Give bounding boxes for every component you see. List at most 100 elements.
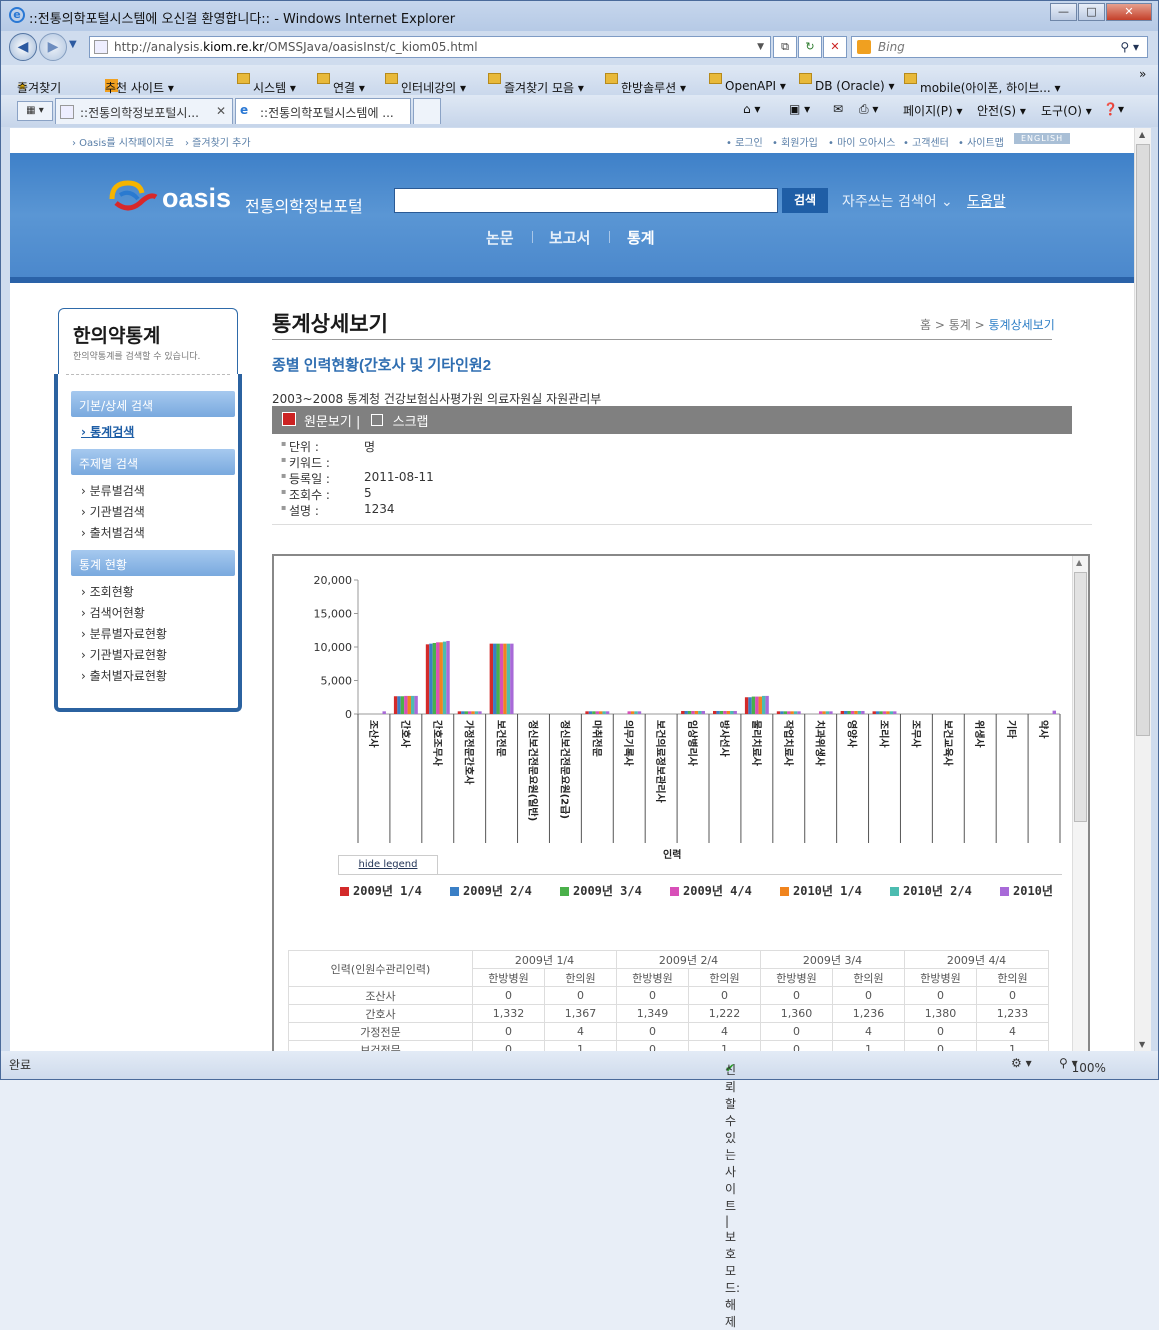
help-icon[interactable]: ❓▾ (1103, 102, 1124, 116)
print-icon[interactable]: ⎙ ▾ (859, 102, 878, 117)
table-row: 간호사 1,332 1,367 1,349 1,222 1,360 1,236 1,380 1,… (288, 1004, 1049, 1023)
bar (588, 711, 593, 714)
fav-folder-link[interactable]: 연결 ▾ (317, 72, 365, 95)
stop-icon[interactable]: ✕ (823, 36, 847, 58)
bar (889, 711, 894, 714)
safety-menu[interactable]: 안전(S) ▾ (977, 102, 1026, 119)
table-row: 가정전문 0 4 0 4 0 4 0 4 (288, 1022, 1049, 1041)
bar (713, 710, 717, 714)
join-link[interactable]: • 회원가입 (772, 134, 818, 149)
fav-folder-lecture[interactable]: 인터네강의 ▾ (385, 72, 466, 95)
link-category-data-status[interactable]: › 분류별자료현황 (81, 625, 167, 642)
legend-item[interactable]: 2009년 3/4 (560, 882, 642, 899)
bar (404, 695, 408, 714)
site-search-button[interactable]: 검색 (782, 188, 828, 213)
my-oasis-link[interactable]: • 마이 오아시스 (828, 134, 895, 149)
chart-scrollbar[interactable]: ▲ (1072, 556, 1088, 1051)
legend-item[interactable]: 2010년 (1000, 882, 1053, 899)
legend-item[interactable]: 2009년 4/4 (670, 882, 752, 899)
page-scrollbar[interactable]: ▲ ▼ (1134, 128, 1151, 1051)
bar (872, 711, 876, 714)
link-source-data-status[interactable]: › 출처별자료현황 (81, 667, 167, 684)
scrap-link[interactable]: 스크랩 (393, 415, 429, 430)
menu-statistics[interactable]: 통계 (627, 227, 655, 248)
page-menu[interactable]: 페이지(P) ▾ (903, 102, 963, 119)
legend-item[interactable]: 2010년 2/4 (890, 882, 972, 899)
customer-center-link[interactable]: • 고객센터 (903, 134, 949, 149)
search-icon[interactable]: ⚲ ▾ (1120, 37, 1139, 57)
table-cell: 0 (472, 1040, 545, 1051)
table-cell: 보건전문 (288, 1040, 473, 1051)
fav-folder-system[interactable]: 시스템 ▾ (237, 72, 296, 95)
view-original-link[interactable]: 원문보기 | (304, 415, 360, 430)
bar (393, 696, 398, 714)
fav-folder-db[interactable]: DB (Oracle) ▾ (799, 72, 895, 93)
link-keyword-status[interactable]: › 검색어현황 (81, 604, 145, 621)
tab-2[interactable]: e::전통의학포털시스템에 ... (235, 98, 411, 124)
tools-menu[interactable]: 도구(O) ▾ (1041, 102, 1092, 119)
hot-keywords-dropdown[interactable]: 자주쓰는 검색어 ⌄ (842, 191, 953, 211)
quick-tabs-icon[interactable]: ▦ ▾ (17, 101, 53, 121)
link-stat-search[interactable]: › 통계검색 (81, 423, 134, 440)
fav-folder-solution[interactable]: 한방솔루션 ▾ (605, 72, 686, 95)
table-cell: 4 (544, 1022, 617, 1041)
link-source-search[interactable]: › 출처별검색 (81, 524, 145, 541)
bar (847, 710, 851, 714)
bar (861, 710, 865, 714)
table-cell: 0 (976, 986, 1049, 1005)
tab-1[interactable]: ::전통의학정보포털시... ✕ (55, 98, 233, 124)
new-tab-button[interactable] (413, 98, 441, 124)
bing-search-input[interactable]: Bing ⚲ ▾ (851, 36, 1148, 58)
legend-item[interactable]: 2010년 1/4 (780, 882, 862, 899)
legend-swatch (560, 887, 569, 896)
bar (1052, 710, 1056, 714)
minimize-button[interactable]: — (1050, 3, 1077, 21)
window-title: ::전통의학포털시스템에 오신걸 환영합니다:: - Windows Inter… (29, 12, 456, 27)
security-icon[interactable]: ⚙ ▾ (1011, 1056, 1032, 1070)
table-cell: 1,222 (688, 1004, 761, 1023)
fav-folder-collection[interactable]: 즐겨찾기 모음 ▾ (488, 72, 584, 95)
page-icon (60, 105, 74, 119)
bar (875, 711, 880, 714)
url-field[interactable]: http://analysis.kiom.re.kr/OMSSJava/oasi… (89, 36, 771, 58)
forward-button[interactable]: ▶ (39, 33, 67, 61)
table-cell: 0 (544, 986, 617, 1005)
add-favorite-link[interactable]: › 즐겨찾기 추가 (185, 134, 251, 149)
maximize-button[interactable]: □ (1078, 3, 1105, 21)
legend-item[interactable]: 2009년 1/4 (340, 882, 422, 899)
link-view-status[interactable]: › 조회현황 (81, 583, 134, 600)
login-link[interactable]: • 로그인 (726, 134, 763, 149)
link-category-search[interactable]: › 분류별검색 (81, 482, 145, 499)
history-dropdown-icon[interactable]: ▼ (69, 39, 77, 50)
back-button[interactable]: ◀ (9, 33, 37, 61)
help-link[interactable]: 도움말 (967, 191, 1006, 211)
bar (442, 641, 447, 714)
x-tick-label: 위생사 (973, 720, 986, 748)
menu-reports[interactable]: 보고서 (549, 227, 590, 248)
home-icon[interactable]: ⌂ ▾ (743, 102, 760, 116)
fav-folder-mobile[interactable]: mobile(아이폰, 하이브... ▾ (904, 72, 1061, 95)
legend-item[interactable]: 2009년 2/4 (450, 882, 532, 899)
close-tab-icon[interactable]: ✕ (216, 104, 226, 118)
lnb-title: 한의약통계 (73, 326, 161, 347)
pdf-icon (282, 412, 296, 426)
link-institution-data-status[interactable]: › 기관별자료현황 (81, 646, 167, 663)
close-button[interactable]: ✕ (1106, 3, 1152, 21)
more-favorites-icon[interactable]: » (1139, 67, 1146, 81)
set-homepage-link[interactable]: › Oasis를 시작페이지로 (72, 134, 174, 149)
read-mail-icon[interactable]: ✉ (833, 102, 843, 116)
compat-view-icon[interactable]: ⧉ (773, 36, 797, 58)
utility-bar: › Oasis를 시작페이지로 › 즐겨찾기 추가 • 로그인 • 회원가입 •… (10, 128, 1134, 153)
english-button[interactable]: ENGLISH (1014, 133, 1071, 144)
x-tick-label: 조산사 (367, 720, 380, 748)
link-institution-search[interactable]: › 기관별검색 (81, 503, 145, 520)
bar (605, 711, 610, 714)
zoom-control[interactable]: ⚲ 100% ▾ (1059, 1056, 1106, 1075)
fav-folder-openapi[interactable]: OpenAPI ▾ (709, 72, 786, 93)
feeds-icon[interactable]: ▣ ▾ (789, 102, 810, 116)
menu-papers[interactable]: 논문 (486, 227, 514, 248)
site-search-input[interactable] (394, 188, 778, 213)
hide-legend-toggle[interactable]: hide legend (338, 855, 438, 875)
sitemap-link[interactable]: • 사이트맵 (958, 134, 1004, 149)
refresh-icon[interactable]: ↻ (798, 36, 822, 58)
